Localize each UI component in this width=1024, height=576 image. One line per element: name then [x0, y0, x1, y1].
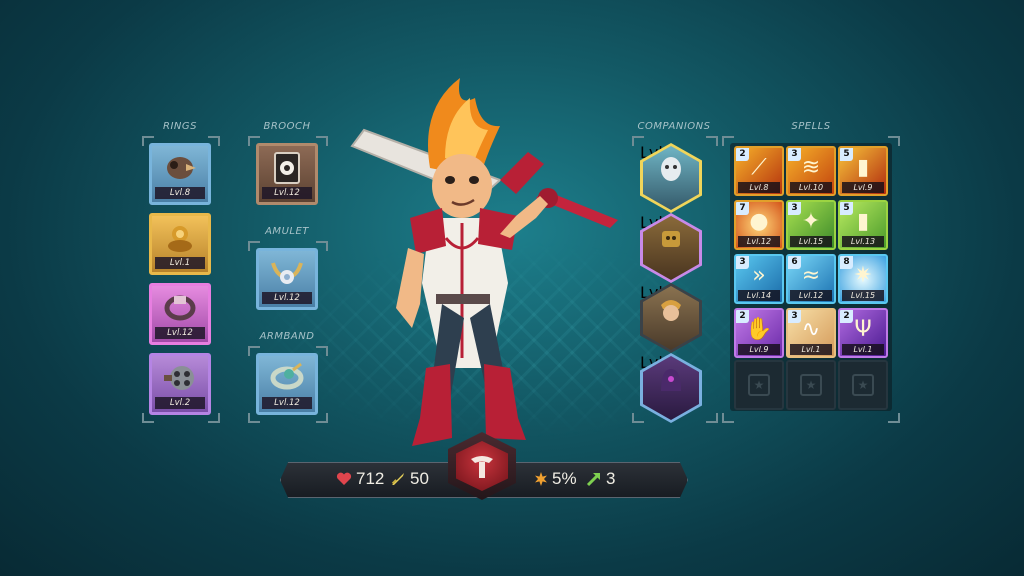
spell-slot-1[interactable]: ⟋ 2 Lvl.8 — [734, 146, 784, 196]
spell-level: Lvl.12 — [790, 290, 832, 301]
armband-label: ARMBAND — [259, 331, 315, 342]
bracket — [706, 136, 718, 146]
spell-slot-8[interactable]: ≈ 6 Lvl.12 — [786, 254, 836, 304]
spell-level: Lvl.1 — [790, 344, 832, 355]
spell-count: 2 — [736, 310, 749, 323]
spell-count: 3 — [788, 310, 801, 323]
ring-slot-2[interactable]: Lvl.1 — [149, 213, 211, 275]
spell-slot-12[interactable]: Ψ 2 Lvl.1 — [838, 308, 888, 358]
star-icon: ★ — [852, 374, 874, 396]
spell-level: Lvl.1 — [842, 344, 884, 355]
amulet-label: AMULET — [265, 226, 309, 237]
armband-slot[interactable]: Lvl.12 — [256, 353, 318, 415]
spell-slot-5[interactable]: ✦ 3 Lvl.15 — [786, 200, 836, 250]
companion-slot-1[interactable]: Lvl.1 — [640, 143, 702, 213]
spell-level: Lvl.12 — [738, 236, 780, 247]
spell-count: 6 — [788, 256, 801, 269]
spell-level: Lvl.15 — [790, 236, 832, 247]
crit-stat: 5% — [534, 469, 577, 489]
companion-slot-3[interactable]: Lvl.7 — [640, 283, 702, 353]
hero-character — [350, 78, 618, 446]
spell-count: 2 — [840, 310, 853, 323]
spell-slot-7[interactable]: » 3 Lvl.14 — [734, 254, 784, 304]
brooch-level: Lvl.12 — [262, 187, 312, 199]
spell-count: 7 — [736, 202, 749, 215]
crit-value: 5% — [552, 469, 577, 488]
spell-level: Lvl.13 — [842, 236, 884, 247]
ghost-companion-icon — [661, 157, 681, 181]
armband-level: Lvl.12 — [262, 397, 312, 409]
spell-level: Lvl.10 — [790, 182, 832, 193]
spell-slot-9[interactable]: ✷ 8 Lvl.15 — [838, 254, 888, 304]
spell-count: 3 — [736, 256, 749, 269]
bracket — [706, 413, 718, 423]
sword-emblem-icon — [471, 456, 493, 478]
health-stat: 712 — [336, 469, 384, 489]
star-icon: ★ — [748, 374, 770, 396]
spell-level: Lvl.8 — [738, 182, 780, 193]
golem-companion-icon — [662, 231, 680, 247]
empty-spell-slot[interactable]: ★ — [734, 360, 784, 410]
ring-level: Lvl.2 — [155, 397, 205, 409]
spell-count: 3 — [788, 202, 801, 215]
star-icon: ★ — [800, 374, 822, 396]
ring-level: Lvl.12 — [155, 327, 205, 339]
spell-slot-3[interactable]: ▮ 5 Lvl.9 — [838, 146, 888, 196]
burst-icon — [535, 472, 547, 486]
empty-spell-slot[interactable]: ★ — [838, 360, 888, 410]
spell-count: 8 — [840, 256, 853, 269]
spell-count: 3 — [788, 148, 801, 161]
ring-slot-3[interactable]: Lvl.12 — [149, 283, 211, 345]
bracket — [316, 413, 328, 423]
heart-icon — [336, 472, 352, 485]
brooch-label: BROOCH — [263, 121, 311, 132]
spell-count: 5 — [840, 202, 853, 215]
spell-level: Lvl.9 — [738, 344, 780, 355]
spell-level: Lvl.15 — [842, 290, 884, 301]
hooded-companion-icon — [661, 369, 681, 391]
spell-slot-4[interactable]: ● 7 Lvl.12 — [734, 200, 784, 250]
ring-level: Lvl.8 — [155, 187, 205, 199]
health-value: 712 — [356, 469, 385, 488]
amulet-level: Lvl.12 — [262, 292, 312, 304]
rings-label: RINGS — [163, 121, 197, 132]
spell-slot-10[interactable]: ✋ 2 Lvl.9 — [734, 308, 784, 358]
growth-stat: 3 — [586, 469, 615, 489]
spell-count: 2 — [736, 148, 749, 161]
ring-level: Lvl.1 — [155, 257, 205, 269]
amulet-slot[interactable]: Lvl.12 — [256, 248, 318, 310]
companion-slot-4[interactable]: Lvl.2 — [640, 353, 702, 423]
ring-slot-1[interactable]: Lvl.8 — [149, 143, 211, 205]
attack-stat: 50 — [390, 469, 429, 489]
attack-value: 50 — [410, 469, 429, 488]
spell-slot-11[interactable]: ∿ 3 Lvl.1 — [786, 308, 836, 358]
spell-count: 5 — [840, 148, 853, 161]
companion-slot-2[interactable]: Lvl.2 — [640, 213, 702, 283]
sword-icon — [391, 473, 404, 485]
warrior-companion-icon — [661, 300, 681, 321]
ring-slot-4[interactable]: Lvl.2 — [149, 353, 211, 415]
brooch-slot[interactable]: Lvl.12 — [256, 143, 318, 205]
spell-level: Lvl.14 — [738, 290, 780, 301]
spell-slot-2[interactable]: ≋ 3 Lvl.10 — [786, 146, 836, 196]
arrow-up-icon — [586, 473, 600, 487]
spells-label: SPELLS — [791, 121, 831, 132]
bracket — [888, 413, 900, 423]
companions-label: COMPANIONS — [637, 121, 711, 132]
spell-level: Lvl.9 — [842, 182, 884, 193]
bracket — [208, 413, 220, 423]
empty-spell-slot[interactable]: ★ — [786, 360, 836, 410]
spell-slot-6[interactable]: ▮ 5 Lvl.13 — [838, 200, 888, 250]
bracket — [722, 413, 734, 423]
growth-value: 3 — [606, 469, 616, 488]
